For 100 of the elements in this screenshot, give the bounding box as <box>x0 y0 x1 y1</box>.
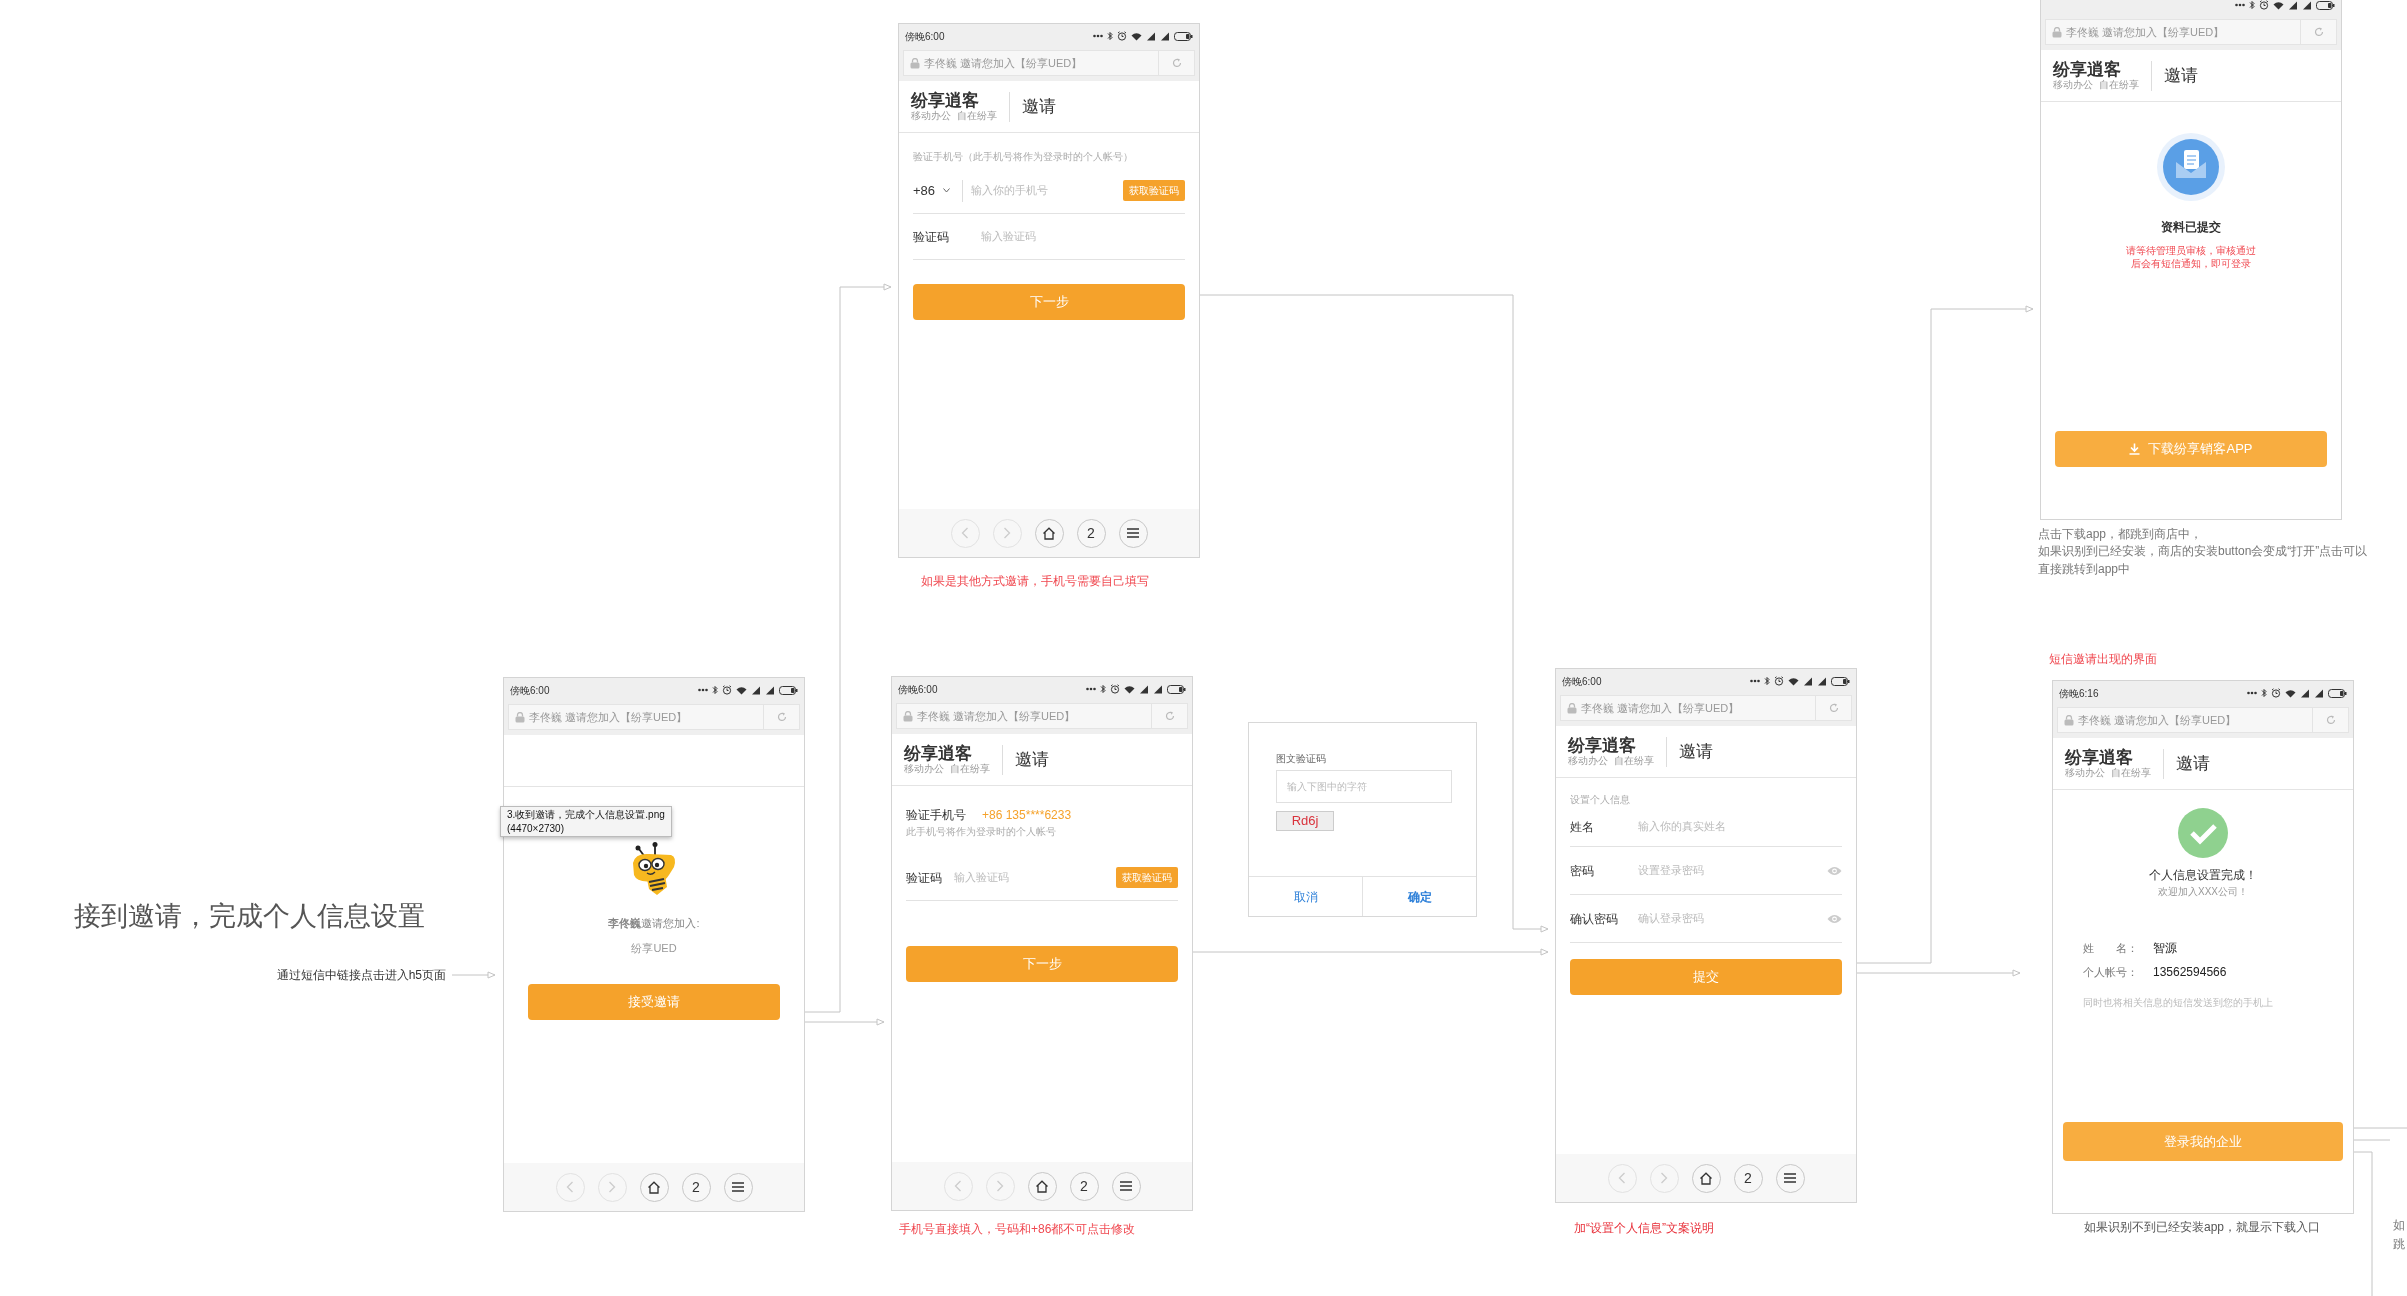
country-code: +86 <box>913 181 936 200</box>
battery-icon <box>2328 688 2347 698</box>
welcome-text: 欢迎加入XXX公司！ <box>2157 885 2249 899</box>
next-button[interactable]: 下一步 <box>913 284 1185 320</box>
tabs-button[interactable]: 2 <box>1733 1163 1763 1193</box>
battery-icon <box>779 685 798 695</box>
more-dots-icon <box>1093 34 1103 38</box>
alarm-clock-icon <box>1117 31 1127 41</box>
refresh-icon[interactable] <box>1828 703 1839 713</box>
next-button[interactable]: 下一步 <box>906 946 1178 982</box>
wifi-icon <box>1124 684 1135 694</box>
app-logo: 纷享逍客 移动办公 自在纷享 <box>911 91 997 122</box>
refresh-icon[interactable] <box>2325 715 2336 725</box>
more-dots-icon <box>2247 691 2257 695</box>
file-tooltip: 3.收到邀请，完成个人信息设置.png (4470×2730) <box>500 806 672 837</box>
page-address: 李佟巍 邀请您加入【纷享UED】 <box>924 55 1083 71</box>
download-app-button[interactable]: 下载纷享销客APP <box>2055 431 2327 467</box>
lock-icon <box>2052 26 2062 38</box>
home-button[interactable] <box>1691 1163 1721 1193</box>
hint-text: 此手机号将作为登录时的个人帐号 <box>906 825 1057 839</box>
tabs-button[interactable]: 2 <box>1076 518 1106 548</box>
refresh-icon[interactable] <box>776 712 787 722</box>
address-bar[interactable]: 李佟巍 邀请您加入【纷享UED】 <box>903 50 1195 76</box>
status-time: 傍晚6:00 <box>1562 674 1602 689</box>
battery-icon <box>2316 0 2335 10</box>
home-icon <box>1035 1179 1049 1193</box>
chevron-right-icon <box>1003 527 1011 539</box>
download-icon <box>2129 443 2141 455</box>
refresh-icon[interactable] <box>1164 711 1175 721</box>
annotation-text: 通过短信中链接点击进入h5页面 <box>275 967 446 984</box>
refresh-icon[interactable] <box>2313 27 2324 37</box>
page-address: 李佟巍 邀请您加入【纷享UED】 <box>1581 700 1740 716</box>
page-address: 李佟巍 邀请您加入【纷享UED】 <box>2078 712 2237 728</box>
app-logo: 纷享逍客 移动办公 自在纷享 <box>2065 748 2151 779</box>
hint-text: 验证手机号（此手机号将作为登录时的个人帐号） <box>913 150 1134 164</box>
tabs-button[interactable]: 2 <box>1069 1171 1099 1201</box>
menu-button[interactable] <box>1775 1163 1805 1193</box>
menu-icon <box>1127 528 1139 538</box>
alarm-clock-icon <box>1110 684 1120 694</box>
home-icon <box>1699 1171 1713 1185</box>
more-dots-icon <box>698 688 708 692</box>
page-title: 邀请 <box>1001 744 1049 775</box>
review-message: 请等待管理员审核，审核通过 后会有短信通知，即可登录 <box>2126 244 2256 270</box>
bluetooth-icon <box>1107 31 1113 41</box>
address-bar[interactable]: 李佟巍 邀请您加入【纷享UED】 <box>508 704 800 730</box>
menu-icon <box>1784 1173 1796 1183</box>
home-button[interactable] <box>639 1172 669 1202</box>
text-input-field[interactable]: 确认登录密码 <box>1638 910 1819 927</box>
annotation-text: 短信邀请出现的界面 <box>2049 651 2157 668</box>
tabs-button[interactable]: 2 <box>681 1172 711 1202</box>
address-bar[interactable]: 李佟巍 邀请您加入【纷享UED】 <box>2045 19 2337 45</box>
text-input-field[interactable]: 输入你的真实姓名 <box>1638 818 1842 835</box>
get-code-button[interactable]: 获取验证码 <box>1123 180 1185 201</box>
status-time: 傍晚6:00 <box>905 29 945 44</box>
detail-label: 姓 名： <box>2083 941 2139 956</box>
bluetooth-icon <box>2249 0 2255 10</box>
home-button[interactable] <box>1034 518 1064 548</box>
more-dots-icon <box>2235 3 2245 7</box>
more-dots-icon <box>1086 687 1096 691</box>
success-title: 个人信息设置完成！ <box>2148 867 2258 884</box>
chevron-left-icon <box>1618 1172 1626 1184</box>
battery-icon <box>1167 684 1186 694</box>
annotation-text: 点击下载app，都跳到商店中， 如果识别到已经安装，商店的安装button会变成“打开”点击可以 直接跳转到app中 <box>2038 526 2368 578</box>
menu-button[interactable] <box>1111 1171 1141 1201</box>
phone-number: +86 135****6233 <box>982 807 1072 824</box>
address-bar[interactable]: 李佟巍 邀请您加入【纷享UED】 <box>2057 707 2349 733</box>
eye-icon[interactable] <box>1827 913 1842 924</box>
field-label: 验证码 <box>913 228 950 246</box>
alarm-clock-icon <box>2271 688 2281 698</box>
submit-button[interactable]: 提交 <box>1570 959 1842 995</box>
address-bar[interactable]: 李佟巍 邀请您加入【纷享UED】 <box>1560 695 1852 721</box>
status-title: 资料已提交 <box>2161 219 2221 236</box>
bluetooth-icon <box>1100 684 1106 694</box>
status-time: 傍晚6:00 <box>510 683 550 698</box>
bluetooth-icon <box>2261 688 2267 698</box>
field-label: 验证手机号 <box>906 807 966 824</box>
get-code-button[interactable]: 获取验证码 <box>1116 867 1178 888</box>
home-button[interactable] <box>1027 1171 1057 1201</box>
eye-icon[interactable] <box>1827 865 1842 876</box>
annotation-text: 如果识别不到已经安装app，就显示下载入口 <box>2084 1219 2321 1236</box>
annotation-text: 加“设置个人信息”文案说明 <box>1574 1220 1714 1237</box>
chevron-right-icon <box>608 1181 616 1193</box>
address-bar[interactable]: 李佟巍 邀请您加入【纷享UED】 <box>896 703 1188 729</box>
section-label: 设置个人信息 <box>1570 793 1631 807</box>
login-enterprise-button[interactable]: 登录我的企业 <box>2063 1122 2343 1161</box>
home-icon <box>647 1180 661 1194</box>
accept-invitation-button[interactable]: 接受邀请 <box>528 984 780 1020</box>
battery-icon <box>1831 676 1850 686</box>
text-input-field[interactable]: 设置登录密码 <box>1638 862 1819 879</box>
check-circle-icon <box>2178 808 2228 858</box>
app-logo: 纷享逍客 移动办公 自在纷享 <box>904 744 990 775</box>
lock-icon <box>1567 702 1577 714</box>
status-time: 傍晚6:16 <box>2059 686 2099 701</box>
menu-icon <box>732 1182 744 1192</box>
refresh-icon[interactable] <box>1171 58 1182 68</box>
menu-button[interactable] <box>723 1172 753 1202</box>
annotation-text: 如 跳 <box>2393 1217 2405 1254</box>
captcha-image[interactable]: Rd6j <box>1276 811 1334 831</box>
menu-button[interactable] <box>1118 518 1148 548</box>
dialog-label: 图文验证码 <box>1276 752 1327 766</box>
